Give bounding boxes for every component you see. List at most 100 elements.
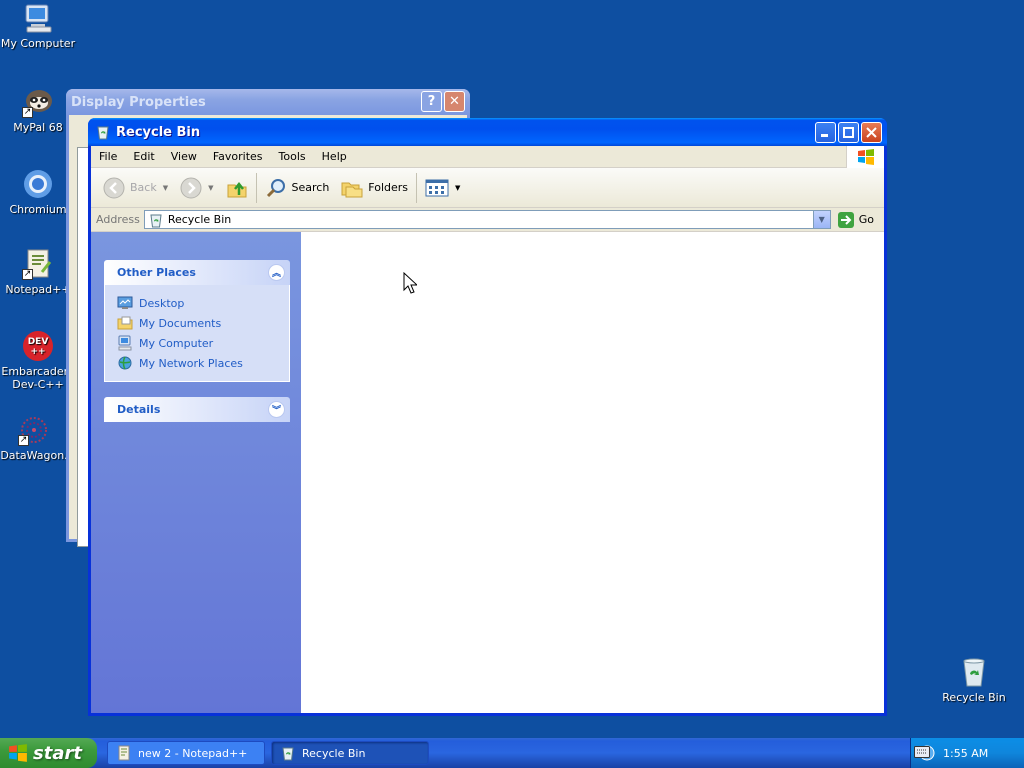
menu-tools[interactable]: Tools <box>271 150 314 163</box>
back-arrow-icon <box>103 177 125 198</box>
my-documents-icon <box>117 316 133 330</box>
go-button[interactable]: Go <box>831 211 884 229</box>
search-icon <box>266 178 285 197</box>
standard-toolbar: Back ▼ ▼ Search Folders ▼ <box>91 168 884 208</box>
close-button[interactable]: ✕ <box>444 91 465 112</box>
other-places-header[interactable]: Other Places ︽ <box>104 260 290 285</box>
notepad-plus-plus-icon <box>118 745 130 761</box>
views-icon <box>425 179 449 196</box>
taskbar: start new 2 - Notepad++ Recycle Bin 1:55… <box>0 738 1024 768</box>
windows-logo-icon <box>846 146 884 168</box>
task-recycle-bin[interactable]: Recycle Bin <box>271 741 429 765</box>
help-button[interactable]: ? <box>421 91 442 112</box>
forward-button[interactable]: ▼ <box>174 172 219 204</box>
go-label: Go <box>858 213 874 226</box>
shortcut-arrow-icon: ↗ <box>22 269 33 280</box>
address-label: Address <box>96 213 140 226</box>
folders-label: Folders <box>368 181 409 194</box>
recycle-bin-icon <box>150 214 162 227</box>
link-label: My Network Places <box>139 356 243 370</box>
close-button[interactable] <box>861 122 882 143</box>
address-bar: Address Recycle Bin ▼ Go <box>91 208 884 232</box>
link-my-documents[interactable]: My Documents <box>117 313 289 333</box>
start-label: start <box>33 742 82 764</box>
dev-cpp-icon: DEV ++ <box>22 330 54 362</box>
recycle-bin-window[interactable]: Recycle Bin File Edit View Favorites Too… <box>88 118 887 716</box>
details-header[interactable]: Details ︾ <box>104 397 290 422</box>
back-button[interactable]: Back ▼ <box>97 172 174 204</box>
toolbar-separator <box>255 172 257 203</box>
desktop-icon <box>117 296 133 309</box>
up-folder-icon <box>227 181 246 197</box>
menu-edit[interactable]: Edit <box>125 150 162 163</box>
maximize-icon <box>843 127 854 138</box>
minimize-icon <box>821 134 828 137</box>
recycle-bin-icon <box>97 126 109 140</box>
other-places-panel: Other Places ︽ Desktop My Documents My C… <box>104 260 290 382</box>
address-value: Recycle Bin <box>167 213 232 226</box>
computer-icon <box>22 2 54 34</box>
window-content: Other Places ︽ Desktop My Documents My C… <box>91 232 884 713</box>
task-pane: Other Places ︽ Desktop My Documents My C… <box>91 232 301 713</box>
svg-text:++: ++ <box>30 347 45 357</box>
task-notepadpp[interactable]: new 2 - Notepad++ <box>107 741 265 765</box>
address-input[interactable]: Recycle Bin ▼ <box>143 210 831 229</box>
address-dropdown-button[interactable]: ▼ <box>812 211 830 228</box>
menu-favorites[interactable]: Favorites <box>205 150 271 163</box>
link-my-network-places[interactable]: My Network Places <box>117 353 289 373</box>
mouse-cursor-icon <box>403 271 419 294</box>
details-title: Details <box>117 403 161 416</box>
close-icon <box>866 127 877 138</box>
window-title: Display Properties <box>71 95 206 110</box>
menu-file[interactable]: File <box>91 150 125 163</box>
desktop-icon-label: Recycle Bin <box>942 691 1006 704</box>
keyboard-icon[interactable] <box>914 746 930 758</box>
window-title: Recycle Bin <box>116 124 201 140</box>
recycle-bin-icon <box>282 747 294 761</box>
svg-text:DEV: DEV <box>28 337 49 347</box>
datawagon-icon: ↗ <box>18 414 50 446</box>
chromium-icon <box>22 168 54 200</box>
dropdown-arrow-icon[interactable]: ▼ <box>163 184 168 192</box>
search-label: Search <box>291 181 330 194</box>
other-places-title: Other Places <box>117 266 196 279</box>
other-places-body: Desktop My Documents My Computer My Netw… <box>104 285 290 382</box>
file-list-area[interactable] <box>301 232 884 713</box>
windows-logo-icon <box>9 744 27 762</box>
folders-button[interactable]: Folders <box>335 172 414 204</box>
go-arrow-icon <box>837 211 854 228</box>
desktop-icon-recycle-bin[interactable]: Recycle Bin <box>934 656 1014 704</box>
task-label: Recycle Bin <box>302 746 366 760</box>
shortcut-arrow-icon: ↗ <box>18 435 29 446</box>
dropdown-arrow-icon[interactable]: ▼ <box>208 184 213 192</box>
up-folder-button[interactable] <box>220 172 254 204</box>
dropdown-arrow-icon[interactable]: ▼ <box>455 184 460 192</box>
minimize-button[interactable] <box>815 122 836 143</box>
desktop-icon-label: DataWagon. <box>0 449 68 462</box>
toolbar-separator <box>416 172 418 203</box>
clock[interactable]: 1:55 AM <box>943 747 988 760</box>
shortcut-arrow-icon: ↗ <box>22 107 33 118</box>
display-properties-titlebar[interactable]: Display Properties <box>66 89 470 115</box>
menu-help[interactable]: Help <box>314 150 355 163</box>
link-desktop[interactable]: Desktop <box>117 293 289 313</box>
start-button[interactable]: start <box>0 738 97 768</box>
link-my-computer[interactable]: My Computer <box>117 333 289 353</box>
desktop-icon-label: My Computer <box>0 37 76 50</box>
maximize-button[interactable] <box>838 122 859 143</box>
collapse-chevron-icon[interactable]: ︽ <box>268 264 285 281</box>
back-label: Back <box>130 181 157 194</box>
window-titlebar[interactable]: Recycle Bin <box>88 118 887 146</box>
expand-chevron-icon[interactable]: ︾ <box>268 401 285 418</box>
folders-icon <box>341 182 363 197</box>
raccoon-icon: ↗ <box>22 86 54 118</box>
desktop-icon-datawagon[interactable]: ↗ DataWagon. <box>0 414 74 462</box>
link-label: My Computer <box>139 336 214 350</box>
search-button[interactable]: Search <box>259 172 336 204</box>
views-button[interactable]: ▼ <box>419 172 466 204</box>
network-places-icon <box>118 356 132 370</box>
menu-view[interactable]: View <box>163 150 205 163</box>
computer-icon <box>118 335 132 351</box>
task-label: new 2 - Notepad++ <box>138 746 248 760</box>
desktop-icon-my-computer[interactable]: My Computer <box>0 2 78 50</box>
